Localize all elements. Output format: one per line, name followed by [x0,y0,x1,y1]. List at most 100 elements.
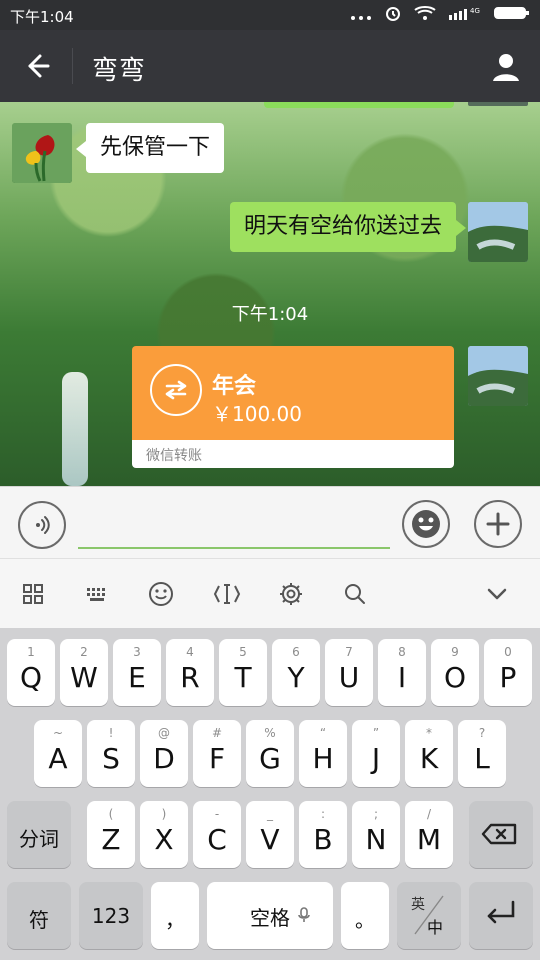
key-secondary: * [426,726,432,740]
previous-avatar-edge [468,102,528,106]
transfer-top: 年会 ￥100.00 [132,346,454,440]
message-left[interactable]: 先保管一下 [75,123,225,174]
collapse-keyboard-button[interactable] [480,577,514,611]
message-right[interactable]: 明天有空给你送过去 [229,202,467,253]
key-secondary: ! [108,726,114,740]
key-secondary: % [264,726,276,740]
key-language[interactable]: 英 中 [397,882,461,949]
key-c[interactable]: -C [193,801,241,868]
waterfall-decoration [62,372,88,486]
key-secondary: @ [158,726,170,740]
key-s[interactable]: ! S [87,720,135,787]
key-secondary: 4 [186,645,194,659]
key-letter: E [128,661,146,694]
key-secondary: ( [108,807,114,821]
key-i[interactable]: 8I [378,639,426,706]
key-letter: Y [287,661,305,694]
key-t[interactable]: 5T [219,639,267,706]
key-label: ， [165,908,185,932]
more-button[interactable] [474,500,522,548]
key-n[interactable]: ; N [352,801,400,868]
key-p[interactable]: 0P [484,639,532,706]
key-j[interactable]: ” J [352,720,400,787]
key-letter: Q [19,661,43,694]
key-x[interactable]: ) X [140,801,188,868]
key-u[interactable]: 7U [325,639,373,706]
previous-message-edge [264,102,454,108]
key-label: 符 [29,908,49,932]
key-secondary: : [320,807,326,821]
emoticon-button[interactable] [144,577,178,611]
key-secondary: 6 [292,645,300,659]
status-bar: 下午1:04 4G [0,0,540,30]
timestamp: 下午1:04 [231,304,309,325]
key-z[interactable]: (Z [87,801,135,868]
key-k[interactable]: * K [405,720,453,787]
key-v[interactable]: _ V [246,801,294,868]
profile-button[interactable] [482,42,530,90]
key-m[interactable]: / M [405,801,453,868]
title-bar: 弯弯 [0,30,540,102]
key-secondary: 5 [239,645,247,659]
key-secondary: 3 [133,645,141,659]
key-fenci[interactable]: 分词 [7,801,71,868]
key-letter: A [48,742,68,775]
key-a[interactable]: ~ A [34,720,82,787]
key-symbols[interactable]: 符 [7,882,71,949]
key-secondary: / [426,807,432,821]
key-y[interactable]: 6Y [272,639,320,706]
key-letter: G [259,742,281,775]
settings-icon [280,583,302,605]
key-l[interactable]: ? L [458,720,506,787]
voice-button[interactable] [18,501,66,549]
key-secondary: _ [267,807,273,821]
key-q[interactable]: 1Q [7,639,55,706]
key-r[interactable]: 4R [166,639,214,706]
key-b[interactable]: :B [299,801,347,868]
key-letter: B [313,823,333,856]
key-letter: H [312,742,334,775]
backspace-key[interactable] [469,801,533,868]
key-secondary: 7 [345,645,353,659]
cursor-button[interactable] [210,577,244,611]
key-numbers[interactable]: 123 [79,882,143,949]
transfer-amount: ￥100.00 [212,402,302,426]
keyboard-button[interactable] [80,577,114,611]
settings-button[interactable] [274,577,308,611]
alarm-icon [384,4,402,26]
emoji-icon [412,510,440,538]
key-secondary: - [214,807,220,821]
key-comma[interactable]: ， [151,882,199,949]
chat-title: 弯弯 [92,56,147,86]
landscape-image [468,202,528,262]
emoji-button[interactable] [402,500,450,548]
key-secondary: ? [478,726,486,740]
my-avatar[interactable] [468,202,528,262]
transfer-label: 微信转账 [132,440,454,468]
keyboard-icon [87,588,105,601]
key-o[interactable]: 9O [431,639,479,706]
key-d[interactable]: @ D [140,720,188,787]
landscape-image [468,346,528,406]
space-key[interactable]: 空格 [207,882,333,949]
key-e[interactable]: 3E [113,639,161,706]
my-avatar[interactable] [468,346,528,406]
back-button[interactable] [14,44,58,88]
wechat-transfer-card[interactable]: 年会 ￥100.00 微信转账 [132,346,454,468]
dots-icon [350,6,372,25]
key-g[interactable]: % G [246,720,294,787]
search-button[interactable] [338,577,372,611]
key-letter: F [208,742,226,775]
grid-button[interactable] [16,577,50,611]
key-secondary: 2 [80,645,88,659]
key-period[interactable]: 。 [341,882,389,949]
key-w[interactable]: 2W [60,639,108,706]
message-input[interactable] [78,511,390,549]
contact-avatar[interactable] [12,123,72,183]
enter-key[interactable] [469,882,533,949]
key-h[interactable]: “H [299,720,347,787]
key-secondary: 9 [451,645,459,659]
chat-area[interactable]: 先保管一下 明天有空给你送过去 下午1:04 年会 ￥100.00 微信转账 [0,102,540,486]
key-f[interactable]: # F [193,720,241,787]
signal-icon: 4G [448,5,482,25]
